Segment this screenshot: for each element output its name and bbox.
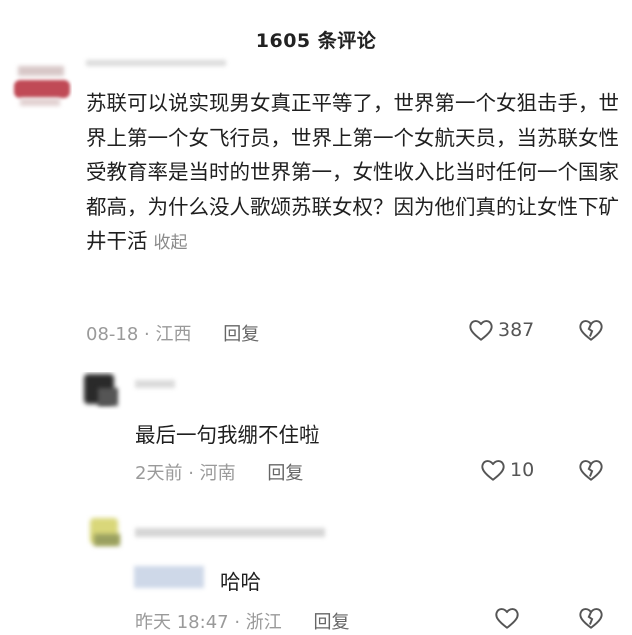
comment-body: 苏联可以说实现男女真正平等了，世界第一个女狙击手，世界上第一个女飞行员，世界上第… <box>86 86 621 261</box>
comment-meta: 昨天 18:47 · 浙江 回复 <box>135 612 350 633</box>
broken-heart-icon <box>579 460 603 481</box>
reply-button[interactable]: 回复 <box>223 324 259 345</box>
heart-icon <box>481 460 505 481</box>
username-blurred[interactable] <box>86 60 226 66</box>
comment-text: 最后一句我绷不住啦 <box>135 423 320 447</box>
username-blurred[interactable] <box>135 528 325 537</box>
like-button[interactable]: 10 <box>480 458 534 482</box>
dislike-button[interactable] <box>578 318 604 346</box>
comment-text: 哈哈 <box>220 570 261 594</box>
like-button[interactable]: 387 <box>468 318 534 342</box>
comment-time: 昨天 18:47 <box>135 612 229 633</box>
comment-meta: 2天前 · 河南 回复 <box>135 463 304 484</box>
heart-icon <box>495 608 519 629</box>
comment-time: 2天前 <box>135 463 183 484</box>
reply-button[interactable]: 回复 <box>267 463 303 484</box>
avatar[interactable] <box>10 62 72 110</box>
like-count: 387 <box>498 319 535 341</box>
heart-icon <box>469 320 493 341</box>
comments-count-title: 1605 条评论 <box>255 30 377 52</box>
username-blurred[interactable] <box>135 380 175 388</box>
reply-button[interactable]: 回复 <box>314 612 350 633</box>
dislike-button[interactable] <box>578 458 604 486</box>
like-count: 10 <box>510 459 535 481</box>
dislike-button[interactable] <box>578 606 604 634</box>
comment-time: 08-18 <box>86 324 139 345</box>
comment-text: 苏联可以说实现男女真正平等了，世界第一个女狙击手，世界上第一个女飞行员，世界上第… <box>86 91 619 253</box>
broken-heart-icon <box>579 320 603 341</box>
reply-target-blurred <box>134 566 204 588</box>
comment-location: 江西 <box>155 324 192 345</box>
comment-location: 河南 <box>199 463 236 484</box>
comment-meta: 08-18 · 江西 回复 <box>86 324 260 345</box>
collapse-link[interactable]: 收起 <box>154 233 188 253</box>
avatar[interactable] <box>86 514 126 552</box>
avatar[interactable] <box>80 372 124 410</box>
broken-heart-icon <box>579 608 603 629</box>
comment-location: 浙江 <box>245 612 282 633</box>
like-button[interactable] <box>494 606 524 630</box>
